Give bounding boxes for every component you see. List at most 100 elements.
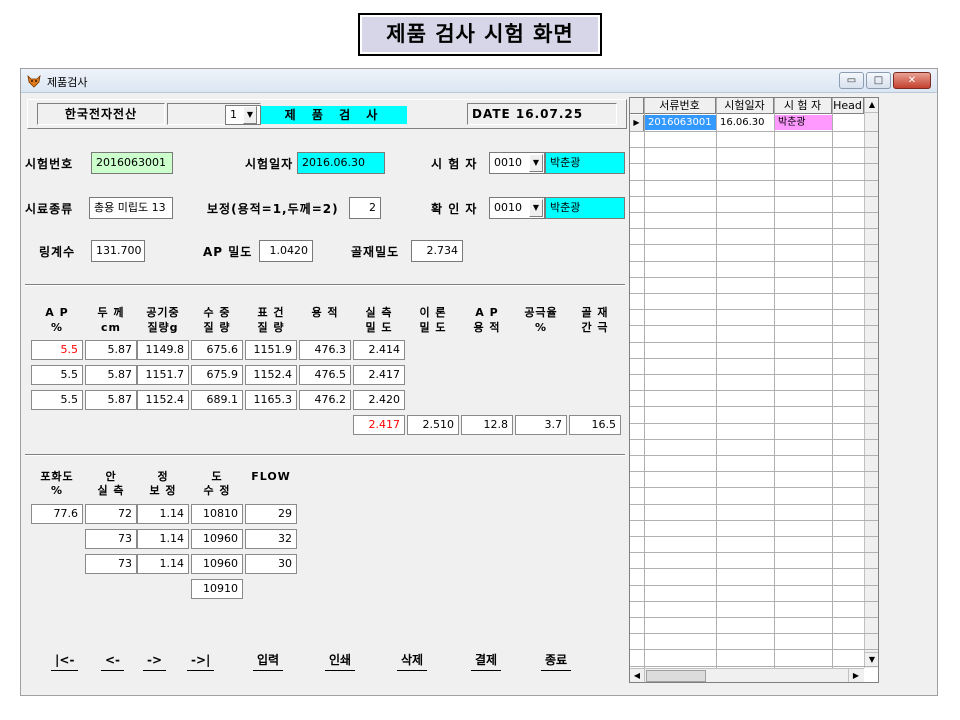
table1-cell[interactable]: 5.87: [85, 340, 137, 360]
grid-cell[interactable]: 박춘광: [775, 115, 832, 130]
scroll-up-icon[interactable]: ▲: [865, 98, 878, 113]
table1-cell[interactable]: 675.9: [191, 365, 243, 385]
saturation-cell[interactable]: 77.6: [31, 504, 83, 524]
grid-row-line: [630, 374, 878, 375]
table2-cell[interactable]: 73: [85, 529, 137, 549]
table1-header-l2: %: [534, 321, 548, 334]
grid-row-line: [630, 487, 878, 488]
table2-cell[interactable]: 10960: [191, 554, 243, 574]
row-indicator-icon: ▶: [630, 115, 644, 131]
table1-cell[interactable]: 1151.7: [137, 365, 189, 385]
table1-cell[interactable]: 1152.4: [137, 390, 189, 410]
test-no-field[interactable]: 2016063001: [91, 152, 173, 174]
screen-label: 제 품 검 사: [261, 106, 407, 124]
table1-summary-cell[interactable]: 12.8: [461, 415, 513, 435]
grid-column-header[interactable]: 시 험 자: [774, 98, 832, 114]
input-button[interactable]: 입력: [253, 651, 284, 671]
table1-summary-cell[interactable]: 2.510: [407, 415, 459, 435]
table2-cell[interactable]: 1.14: [137, 504, 189, 524]
horizontal-scrollbar[interactable]: ◀ ▶: [630, 668, 864, 682]
table1-header-l1: 골 재: [581, 306, 609, 319]
table1-cell[interactable]: 5.87: [85, 390, 137, 410]
table1-header-l2: cm: [101, 321, 121, 334]
table2-cell[interactable]: 73: [85, 554, 137, 574]
table1-cell[interactable]: 689.1: [191, 390, 243, 410]
sample-field[interactable]: 총용 미립도 13: [89, 197, 173, 219]
approve-button[interactable]: 결제: [471, 651, 502, 671]
table2-cell[interactable]: 30: [245, 554, 297, 574]
table1-cell[interactable]: 5.5: [31, 340, 83, 360]
correction-field[interactable]: 2: [349, 197, 381, 219]
vertical-scrollbar[interactable]: ▲ ▼: [864, 98, 878, 668]
prev-button[interactable]: <-: [101, 651, 125, 671]
table1-summary-cell[interactable]: 3.7: [515, 415, 567, 435]
ap-density-field[interactable]: 1.0420: [259, 240, 313, 262]
table2-cell[interactable]: 32: [245, 529, 297, 549]
chevron-down-icon[interactable]: ▼: [243, 106, 257, 124]
table1-cell[interactable]: 5.87: [85, 365, 137, 385]
minimize-button[interactable]: ▭: [839, 72, 864, 89]
table1-cell[interactable]: 476.5: [299, 365, 351, 385]
close-button[interactable]: ✕: [893, 72, 931, 89]
table1-header-l1: 표 건: [257, 306, 285, 319]
grid-row-line: [630, 131, 878, 132]
table1-summary-cell[interactable]: 2.417: [353, 415, 405, 435]
maximize-button[interactable]: □: [866, 72, 891, 89]
table2-header-l2: 수 정: [203, 484, 231, 497]
scroll-thumb[interactable]: [646, 670, 706, 682]
table2-cell[interactable]: 1.14: [137, 554, 189, 574]
confirmer-name-field[interactable]: 박춘광: [545, 197, 625, 219]
table1-cell[interactable]: 1151.9: [245, 340, 297, 360]
table2-cell[interactable]: 10960: [191, 529, 243, 549]
table1-cell[interactable]: 1149.8: [137, 340, 189, 360]
table1-cell[interactable]: 5.5: [31, 390, 83, 410]
table1-cell[interactable]: 476.3: [299, 340, 351, 360]
table1-cell[interactable]: 476.2: [299, 390, 351, 410]
grid-column-header[interactable]: 시험일자: [716, 98, 774, 114]
table1-header-l1: 용 적: [311, 306, 339, 319]
print-button[interactable]: 인쇄: [325, 651, 356, 671]
scroll-right-icon[interactable]: ▶: [848, 669, 863, 682]
grid-row-line: [630, 666, 878, 667]
records-grid[interactable]: ▶ ▲ ▼ ◀ ▶ 서류번호 시험일자 시 험 자 Head 2016063001 16.…: [629, 97, 879, 683]
table2-header-l1: 안: [105, 470, 117, 483]
grid-row-line: [630, 520, 878, 521]
table2-cell[interactable]: 29: [245, 504, 297, 524]
table1-header-l2: 밀 도: [419, 321, 447, 334]
grid-cell[interactable]: 16.06.30: [717, 115, 774, 130]
table1-cell[interactable]: 2.414: [353, 340, 405, 360]
grid-row-line: [630, 147, 878, 148]
table1-cell[interactable]: 5.5: [31, 365, 83, 385]
scroll-left-icon[interactable]: ◀: [630, 669, 645, 682]
first-button[interactable]: |<-: [51, 651, 79, 671]
next-button[interactable]: ->: [143, 651, 167, 671]
table1-summary-cell[interactable]: 16.5: [569, 415, 621, 435]
table1-cell[interactable]: 1152.4: [245, 365, 297, 385]
delete-button[interactable]: 삭제: [397, 651, 428, 671]
tester-name-field[interactable]: 박춘광: [545, 152, 625, 174]
confirmer-code-value: 0010: [494, 201, 522, 214]
table1-cell[interactable]: 2.420: [353, 390, 405, 410]
last-button[interactable]: ->|: [187, 651, 215, 671]
table2-cell[interactable]: 10810: [191, 504, 243, 524]
grid-row-line: [630, 423, 878, 424]
title-bar[interactable]: 제품검사 ▭ □ ✕: [21, 69, 937, 93]
exit-button[interactable]: 종료: [541, 651, 572, 671]
grid-cell[interactable]: [833, 115, 864, 130]
table2-avg-cell[interactable]: 10910: [191, 579, 243, 599]
grid-cell[interactable]: 2016063001: [645, 115, 716, 130]
table2-cell[interactable]: 72: [85, 504, 137, 524]
agg-density-field[interactable]: 2.734: [411, 240, 463, 262]
table2-cell[interactable]: 1.14: [137, 529, 189, 549]
ring-field[interactable]: 131.700: [91, 240, 145, 262]
grid-column-header[interactable]: 서류번호: [644, 98, 716, 114]
test-date-field[interactable]: 2016.06.30: [297, 152, 385, 174]
chevron-down-icon[interactable]: ▼: [529, 199, 543, 217]
table1-cell[interactable]: 2.417: [353, 365, 405, 385]
scroll-down-icon[interactable]: ▼: [865, 652, 878, 667]
table1-cell[interactable]: 1165.3: [245, 390, 297, 410]
table1-header-l1: 공극율: [524, 306, 558, 319]
chevron-down-icon[interactable]: ▼: [529, 154, 543, 172]
grid-column-header[interactable]: Head: [832, 98, 864, 114]
table1-cell[interactable]: 675.6: [191, 340, 243, 360]
